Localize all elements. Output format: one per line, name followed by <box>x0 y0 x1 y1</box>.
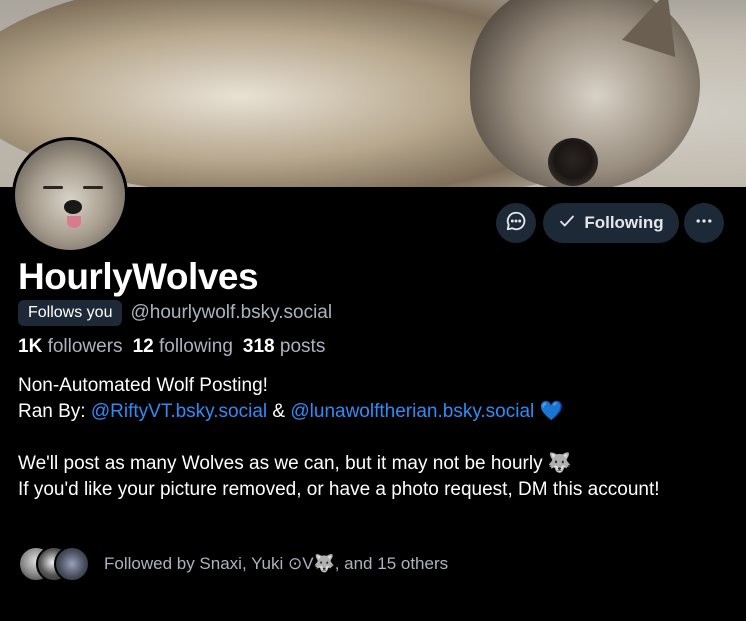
posts-label: posts <box>279 336 326 357</box>
posts-stat: 318 posts <box>243 336 325 358</box>
bio-line-2: Ran By: @RiftyVT.bsky.social & @lunawolf… <box>18 399 718 425</box>
following-stat[interactable]: 12 following <box>133 336 233 358</box>
followers-stat[interactable]: 1K followers <box>18 336 123 358</box>
bio-spacer <box>18 425 718 451</box>
followed-by-text: Followed by Snaxi, Yuki ⊙V🐺, and 15 othe… <box>104 554 449 573</box>
display-name: HourlyWolves <box>18 256 259 297</box>
handle-row: Follows you @hourlywolf.bsky.social <box>18 299 332 327</box>
profile-bio: Non-Automated Wolf Posting! Ran By: @Rif… <box>18 373 718 503</box>
bio-line-1: Non-Automated Wolf Posting! <box>18 375 268 396</box>
followers-count: 1K <box>18 336 43 357</box>
followers-label: followers <box>47 336 123 357</box>
blue-heart-icon: 💙 <box>539 401 564 422</box>
checkmark-icon <box>558 212 576 235</box>
follower-avatar <box>54 546 90 582</box>
following-count: 12 <box>132 336 154 357</box>
followed-by-row[interactable]: Followed by Snaxi, Yuki ⊙V🐺, and 15 othe… <box>18 544 448 584</box>
chat-bubble-icon <box>505 210 527 237</box>
banner-wolf-snout <box>548 138 598 186</box>
avatar-eye-right <box>83 186 103 189</box>
profile-stats: 1K followers 12 following 318 posts <box>18 336 325 358</box>
avatar-eye-left <box>43 186 63 189</box>
more-options-button[interactable] <box>684 203 724 243</box>
message-button[interactable] <box>496 203 536 243</box>
following-button[interactable]: Following <box>543 203 679 243</box>
bio-ampersand: & <box>267 401 291 422</box>
following-label: following <box>158 336 233 357</box>
followed-by-avatars <box>18 544 90 584</box>
mention-link-rifty[interactable]: @RiftyVT.bsky.social <box>91 401 267 422</box>
bio-ran-by-label: Ran By: <box>18 401 91 422</box>
profile-actions: Following <box>0 203 746 243</box>
following-button-label: Following <box>584 213 664 232</box>
bio-line-4: If you'd like your picture removed, or h… <box>18 479 660 500</box>
mention-link-luna[interactable]: @lunawolftherian.bsky.social <box>290 401 534 422</box>
follows-you-badge: Follows you <box>18 300 123 326</box>
posts-count: 318 <box>242 336 275 357</box>
bio-line-3: We'll post as many Wolves as we can, but… <box>18 453 572 474</box>
ellipsis-icon <box>694 211 714 236</box>
profile-handle: @hourlywolf.bsky.social <box>130 302 333 323</box>
